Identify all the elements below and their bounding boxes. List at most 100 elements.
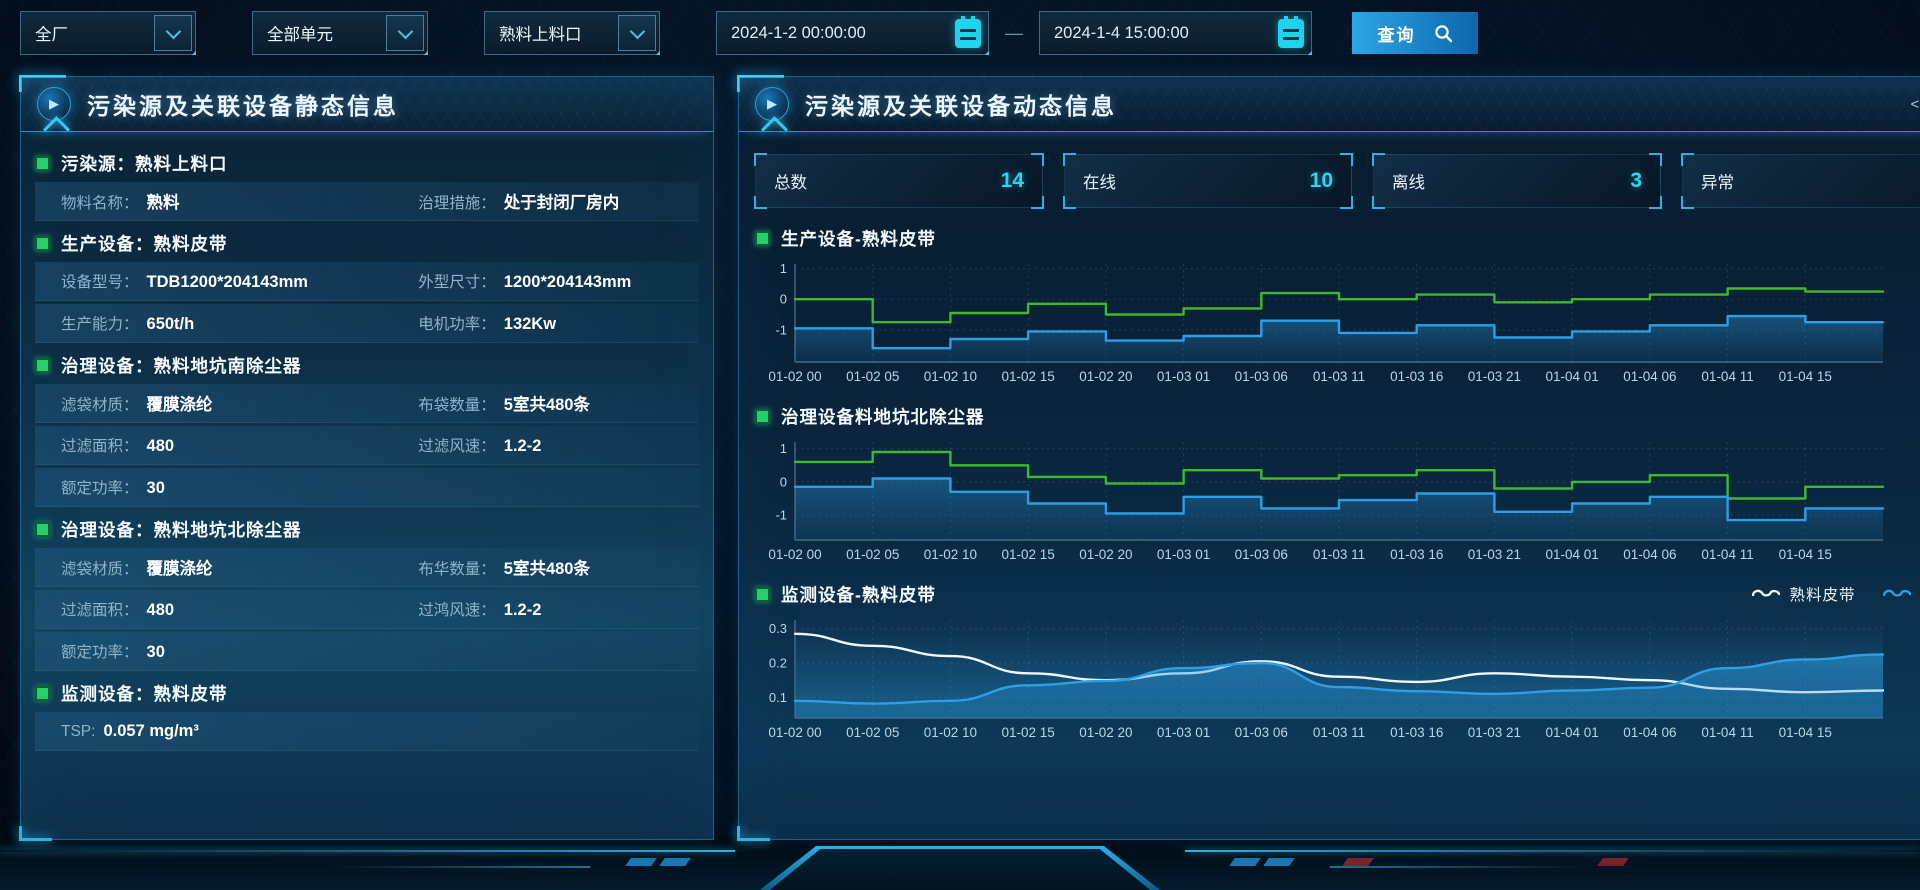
- stat-value: 10: [1310, 169, 1333, 193]
- calendar-icon[interactable]: [1278, 19, 1304, 48]
- chart-block-2: 监测设备-熟料皮带熟料皮带预警信0.30.20.101-02 0001-02 0…: [755, 576, 1920, 744]
- field-value: 覆膜涤纶: [147, 391, 213, 415]
- svg-text:0.2: 0.2: [769, 655, 787, 670]
- end-datetime-input[interactable]: 2024-1-4 15:00:00: [1039, 11, 1312, 55]
- chevron-glyph: [629, 23, 645, 39]
- topbar: 全厂 全部单元 熟料上料口 2024-1-2 00:00:00 — 2024-1…: [0, 0, 1920, 56]
- region-select[interactable]: 全厂: [20, 11, 196, 55]
- field-value: 30: [147, 479, 165, 498]
- green-square-bullet: [35, 358, 50, 373]
- back-arrows-icon: <<: [1910, 96, 1920, 113]
- field-value: 1200*204143mm: [504, 273, 632, 292]
- unit-select-value: 全部单元: [253, 21, 333, 45]
- corner-bracket: [1063, 153, 1076, 166]
- calendar-icon[interactable]: [955, 19, 981, 48]
- dynamic-info-header: ▶ 污染源及关联设备动态信息 << 返回: [739, 77, 1920, 132]
- svg-text:01-03 21: 01-03 21: [1468, 369, 1521, 384]
- green-square-bullet: [35, 686, 50, 701]
- field-pair: 布华数量：5室共480条: [418, 555, 590, 579]
- field-label: TSP:: [61, 723, 95, 741]
- chart-legend: 熟料皮带 预警信: [1752, 583, 1920, 605]
- field-label: 电机功率：: [418, 312, 496, 334]
- footer-decoration: [0, 836, 1920, 890]
- play-icon: ▶: [755, 87, 789, 121]
- footer-center-emblem-inner: [766, 849, 1154, 890]
- section-header-label: 污染源：熟料上料口: [61, 151, 228, 176]
- field-value: 0.057 mg/m³: [103, 722, 198, 741]
- field-value: 480: [147, 437, 175, 456]
- field-label: 过滤面积：: [61, 598, 139, 620]
- stat-card-3: 异常1: [1682, 154, 1920, 208]
- table-row: 设备型号：TDB1200*204143mm外型尺寸：1200*204143mm: [35, 262, 699, 301]
- footer-tick: [659, 858, 691, 866]
- table-row: TSP: 0.057 mg/m³: [35, 712, 699, 751]
- date-range-separator: —: [1005, 23, 1023, 44]
- svg-text:01-02 05: 01-02 05: [846, 369, 899, 384]
- section-header-3: 治理设备：熟料地坑北除尘器: [35, 510, 699, 548]
- section-header-label: 治理设备：熟料地坑北除尘器: [61, 517, 302, 542]
- chart-title-row: 生产设备-熟料皮带: [755, 220, 1920, 256]
- start-datetime-input[interactable]: 2024-1-2 00:00:00: [716, 11, 989, 55]
- field-value: 132Kw: [504, 315, 556, 334]
- field-value: TDB1200*204143mm: [147, 273, 308, 292]
- footer-tick: [1263, 858, 1295, 866]
- chevron-down-icon[interactable]: [154, 15, 192, 51]
- point-select[interactable]: 熟料上料口: [484, 11, 660, 55]
- footer-wing-line: [1330, 866, 1590, 868]
- field-value: 30: [147, 643, 165, 662]
- stat-card-1: 在线10: [1064, 154, 1352, 208]
- query-button[interactable]: 查询: [1352, 12, 1478, 54]
- field-value: 5室共480条: [504, 555, 590, 579]
- chevron-down-icon[interactable]: [618, 15, 656, 51]
- field-pair: 过鸿风速：1.2-2: [418, 598, 541, 620]
- unit-select[interactable]: 全部单元: [252, 11, 428, 55]
- svg-text:01-02 05: 01-02 05: [846, 725, 899, 740]
- chart-title: 生产设备-熟料皮带: [781, 226, 936, 251]
- chevron-down-icon[interactable]: [386, 15, 424, 51]
- svg-text:01-02 00: 01-02 00: [768, 725, 821, 740]
- field-value: 480: [147, 601, 175, 620]
- corner-bracket: [754, 153, 767, 166]
- footer-tick-red: [1342, 858, 1374, 866]
- back-button[interactable]: << 返回: [1910, 94, 1920, 115]
- chart-2-svg: 0.30.20.101-02 0001-02 0501-02 1001-02 1…: [755, 612, 1891, 744]
- field-label: 生产能力：: [61, 312, 139, 334]
- stat-value: 3: [1630, 169, 1642, 193]
- svg-text:01-03 11: 01-03 11: [1313, 369, 1365, 384]
- corner-bracket: [1340, 153, 1353, 166]
- svg-text:01-03 06: 01-03 06: [1235, 725, 1288, 740]
- svg-text:01-02 20: 01-02 20: [1079, 547, 1132, 562]
- section-header-2: 治理设备：熟料地坑南除尘器: [35, 346, 699, 384]
- chart-0-svg: 10-101-02 0001-02 0501-02 1001-02 1501-0…: [755, 256, 1891, 388]
- stat-label: 异常: [1701, 169, 1734, 193]
- field-label: 过滤面积：: [61, 434, 139, 456]
- corner-bracket: [1649, 153, 1662, 166]
- corner-bracket: [1681, 196, 1694, 209]
- dynamic-info-title: 污染源及关联设备动态信息: [805, 87, 1117, 121]
- svg-text:01-04 15: 01-04 15: [1779, 725, 1832, 740]
- field-pair: 生产能力：650t/h: [61, 312, 418, 334]
- legend-item-0[interactable]: 熟料皮带: [1752, 583, 1855, 605]
- svg-text:01-03 01: 01-03 01: [1157, 725, 1210, 740]
- chart-block-1: 治理设备料地坑北除尘器10-101-02 0001-02 0501-02 100…: [755, 398, 1920, 566]
- green-square-bullet: [755, 231, 770, 246]
- svg-text:01-04 01: 01-04 01: [1545, 725, 1598, 740]
- legend-item-1[interactable]: 预警信: [1883, 583, 1920, 605]
- section-header-label: 治理设备：熟料地坑南除尘器: [61, 353, 302, 378]
- field-label: 滤袋材质：: [61, 393, 139, 415]
- legend-label: 熟料皮带: [1789, 583, 1855, 605]
- green-square-bullet: [755, 587, 770, 602]
- field-value: 处于封闭厂房内: [504, 189, 620, 213]
- field-pair: 物料名称：熟料: [61, 189, 418, 213]
- field-pair: 外型尺寸：1200*204143mm: [418, 270, 631, 292]
- svg-text:01-03 11: 01-03 11: [1313, 547, 1365, 562]
- field-label: 物料名称：: [61, 191, 139, 213]
- table-row: 物料名称：熟料治理措施：处于封闭厂房内: [35, 182, 699, 221]
- region-select-value: 全厂: [21, 21, 68, 45]
- svg-text:01-03 16: 01-03 16: [1390, 369, 1443, 384]
- svg-text:01-04 15: 01-04 15: [1779, 547, 1832, 562]
- static-info-panel: ▶ 污染源及关联设备静态信息 污染源：熟料上料口物料名称：熟料治理措施：处于封闭…: [20, 76, 714, 840]
- svg-text:01-04 01: 01-04 01: [1545, 369, 1598, 384]
- svg-text:0.3: 0.3: [769, 621, 787, 636]
- corner-bracket: [1031, 153, 1044, 166]
